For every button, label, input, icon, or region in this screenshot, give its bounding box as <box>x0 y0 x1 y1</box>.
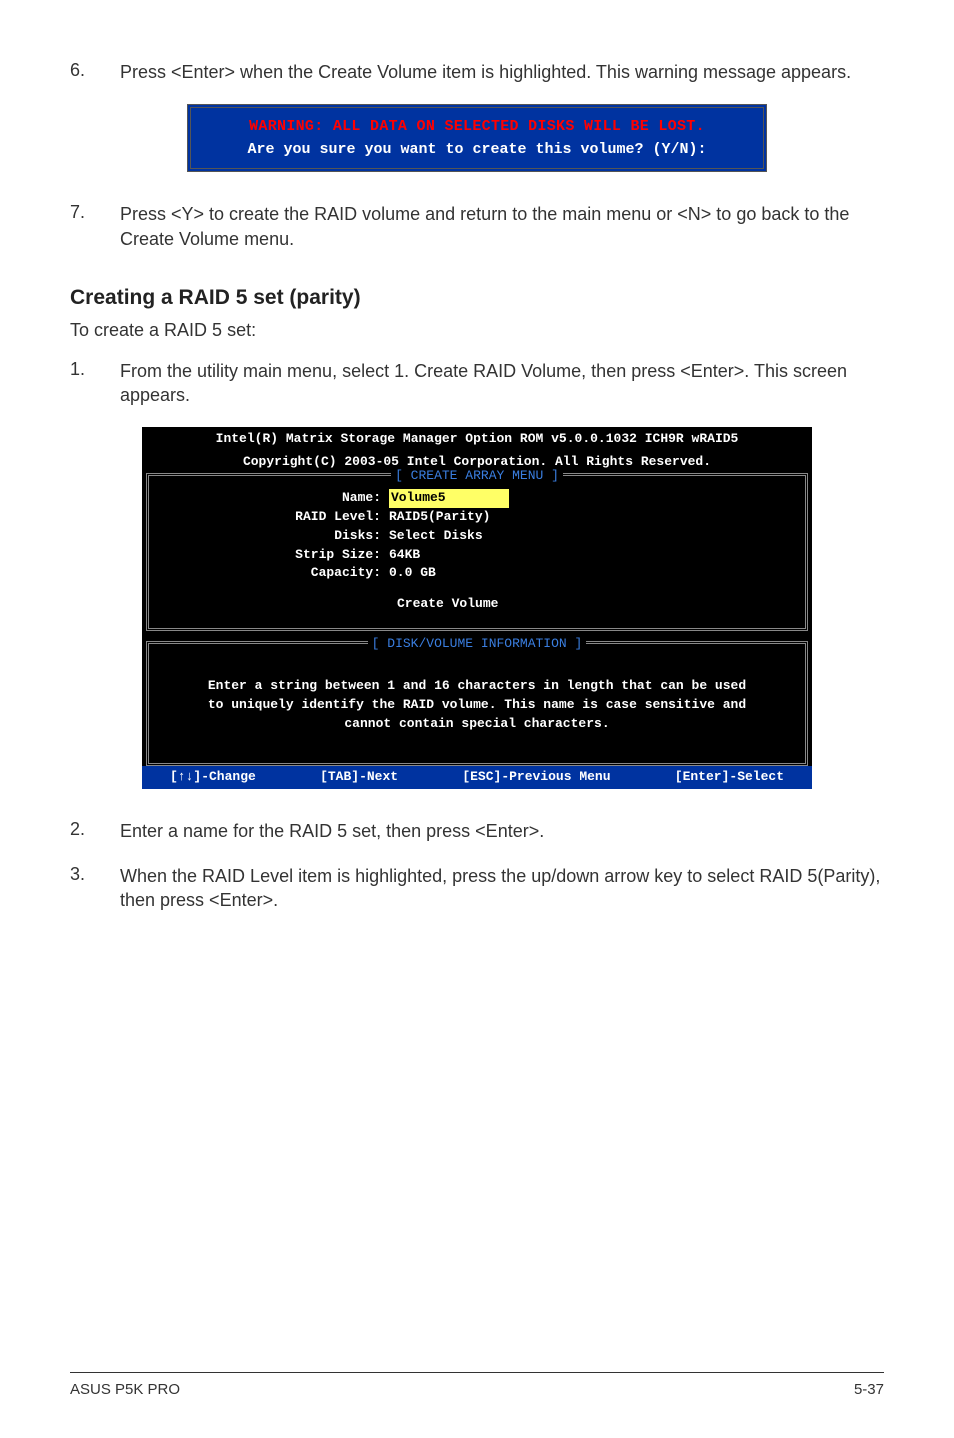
footer-page-number: 5-37 <box>854 1381 884 1398</box>
disk-volume-info-panel: [ DISK/VOLUME INFORMATION ] Enter a stri… <box>146 641 808 766</box>
form-row-name: Name: Volume5 <box>159 489 795 508</box>
disks-label: Disks: <box>159 527 389 546</box>
form-row-capacity: Capacity: 0.0 GB <box>159 564 795 583</box>
warning-message: WARNING: ALL DATA ON SELECTED DISKS WILL… <box>209 118 745 135</box>
footer-next: [TAB]-Next <box>320 768 398 787</box>
info-line: cannot contain special characters. <box>169 715 785 734</box>
strip-size-value[interactable]: 64KB <box>389 546 795 565</box>
raid-level-value[interactable]: RAID5(Parity) <box>389 508 795 527</box>
disks-value[interactable]: Select Disks <box>389 527 795 546</box>
step-number: 3. <box>70 864 120 913</box>
name-label: Name: <box>159 489 389 508</box>
bios-screenshot: Intel(R) Matrix Storage Manager Option R… <box>142 427 812 789</box>
step-text: When the RAID Level item is highlighted,… <box>120 864 884 913</box>
info-line: Enter a string between 1 and 16 characte… <box>169 677 785 696</box>
step-text: Press <Y> to create the RAID volume and … <box>120 202 884 251</box>
footer-select: [Enter]-Select <box>675 768 784 787</box>
strip-size-label: Strip Size: <box>159 546 389 565</box>
step-text: Enter a name for the RAID 5 set, then pr… <box>120 819 884 843</box>
step-6: 6. Press <Enter> when the Create Volume … <box>70 60 884 84</box>
panel-title: [ CREATE ARRAY MENU ] <box>149 467 805 486</box>
raid-level-label: RAID Level: <box>159 508 389 527</box>
form-row-raid-level: RAID Level: RAID5(Parity) <box>159 508 795 527</box>
step-number: 1. <box>70 359 120 408</box>
footer-change: [↑↓]-Change <box>170 768 256 787</box>
name-input[interactable]: Volume5 <box>389 489 509 508</box>
form-row-disks: Disks: Select Disks <box>159 527 795 546</box>
step-text: From the utility main menu, select 1. Cr… <box>120 359 884 408</box>
step-number: 7. <box>70 202 120 251</box>
step-text: Press <Enter> when the Create Volume ite… <box>120 60 884 84</box>
step-number: 6. <box>70 60 120 84</box>
step-1: 1. From the utility main menu, select 1.… <box>70 359 884 408</box>
bios-footer: [↑↓]-Change [TAB]-Next [ESC]-Previous Me… <box>142 766 812 789</box>
info-line: to uniquely identify the RAID volume. Th… <box>169 696 785 715</box>
confirm-prompt: Are you sure you want to create this vol… <box>209 141 745 158</box>
panel-title: [ DISK/VOLUME INFORMATION ] <box>149 635 805 654</box>
step-2: 2. Enter a name for the RAID 5 set, then… <box>70 819 884 843</box>
warning-dialog: WARNING: ALL DATA ON SELECTED DISKS WILL… <box>187 104 767 172</box>
bios-header-line1: Intel(R) Matrix Storage Manager Option R… <box>142 427 812 450</box>
page-footer: ASUS P5K PRO 5-37 <box>70 1372 884 1398</box>
step-number: 2. <box>70 819 120 843</box>
capacity-value[interactable]: 0.0 GB <box>389 564 795 583</box>
footer-product: ASUS P5K PRO <box>70 1381 180 1398</box>
create-array-panel: [ CREATE ARRAY MENU ] Name: Volume5 RAID… <box>146 473 808 631</box>
create-volume-item[interactable]: Create Volume <box>159 595 795 614</box>
intro-text: To create a RAID 5 set: <box>70 320 884 341</box>
step-3: 3. When the RAID Level item is highlight… <box>70 864 884 913</box>
form-row-strip-size: Strip Size: 64KB <box>159 546 795 565</box>
capacity-label: Capacity: <box>159 564 389 583</box>
footer-prev: [ESC]-Previous Menu <box>462 768 610 787</box>
section-heading: Creating a RAID 5 set (parity) <box>70 286 884 310</box>
step-7: 7. Press <Y> to create the RAID volume a… <box>70 202 884 251</box>
